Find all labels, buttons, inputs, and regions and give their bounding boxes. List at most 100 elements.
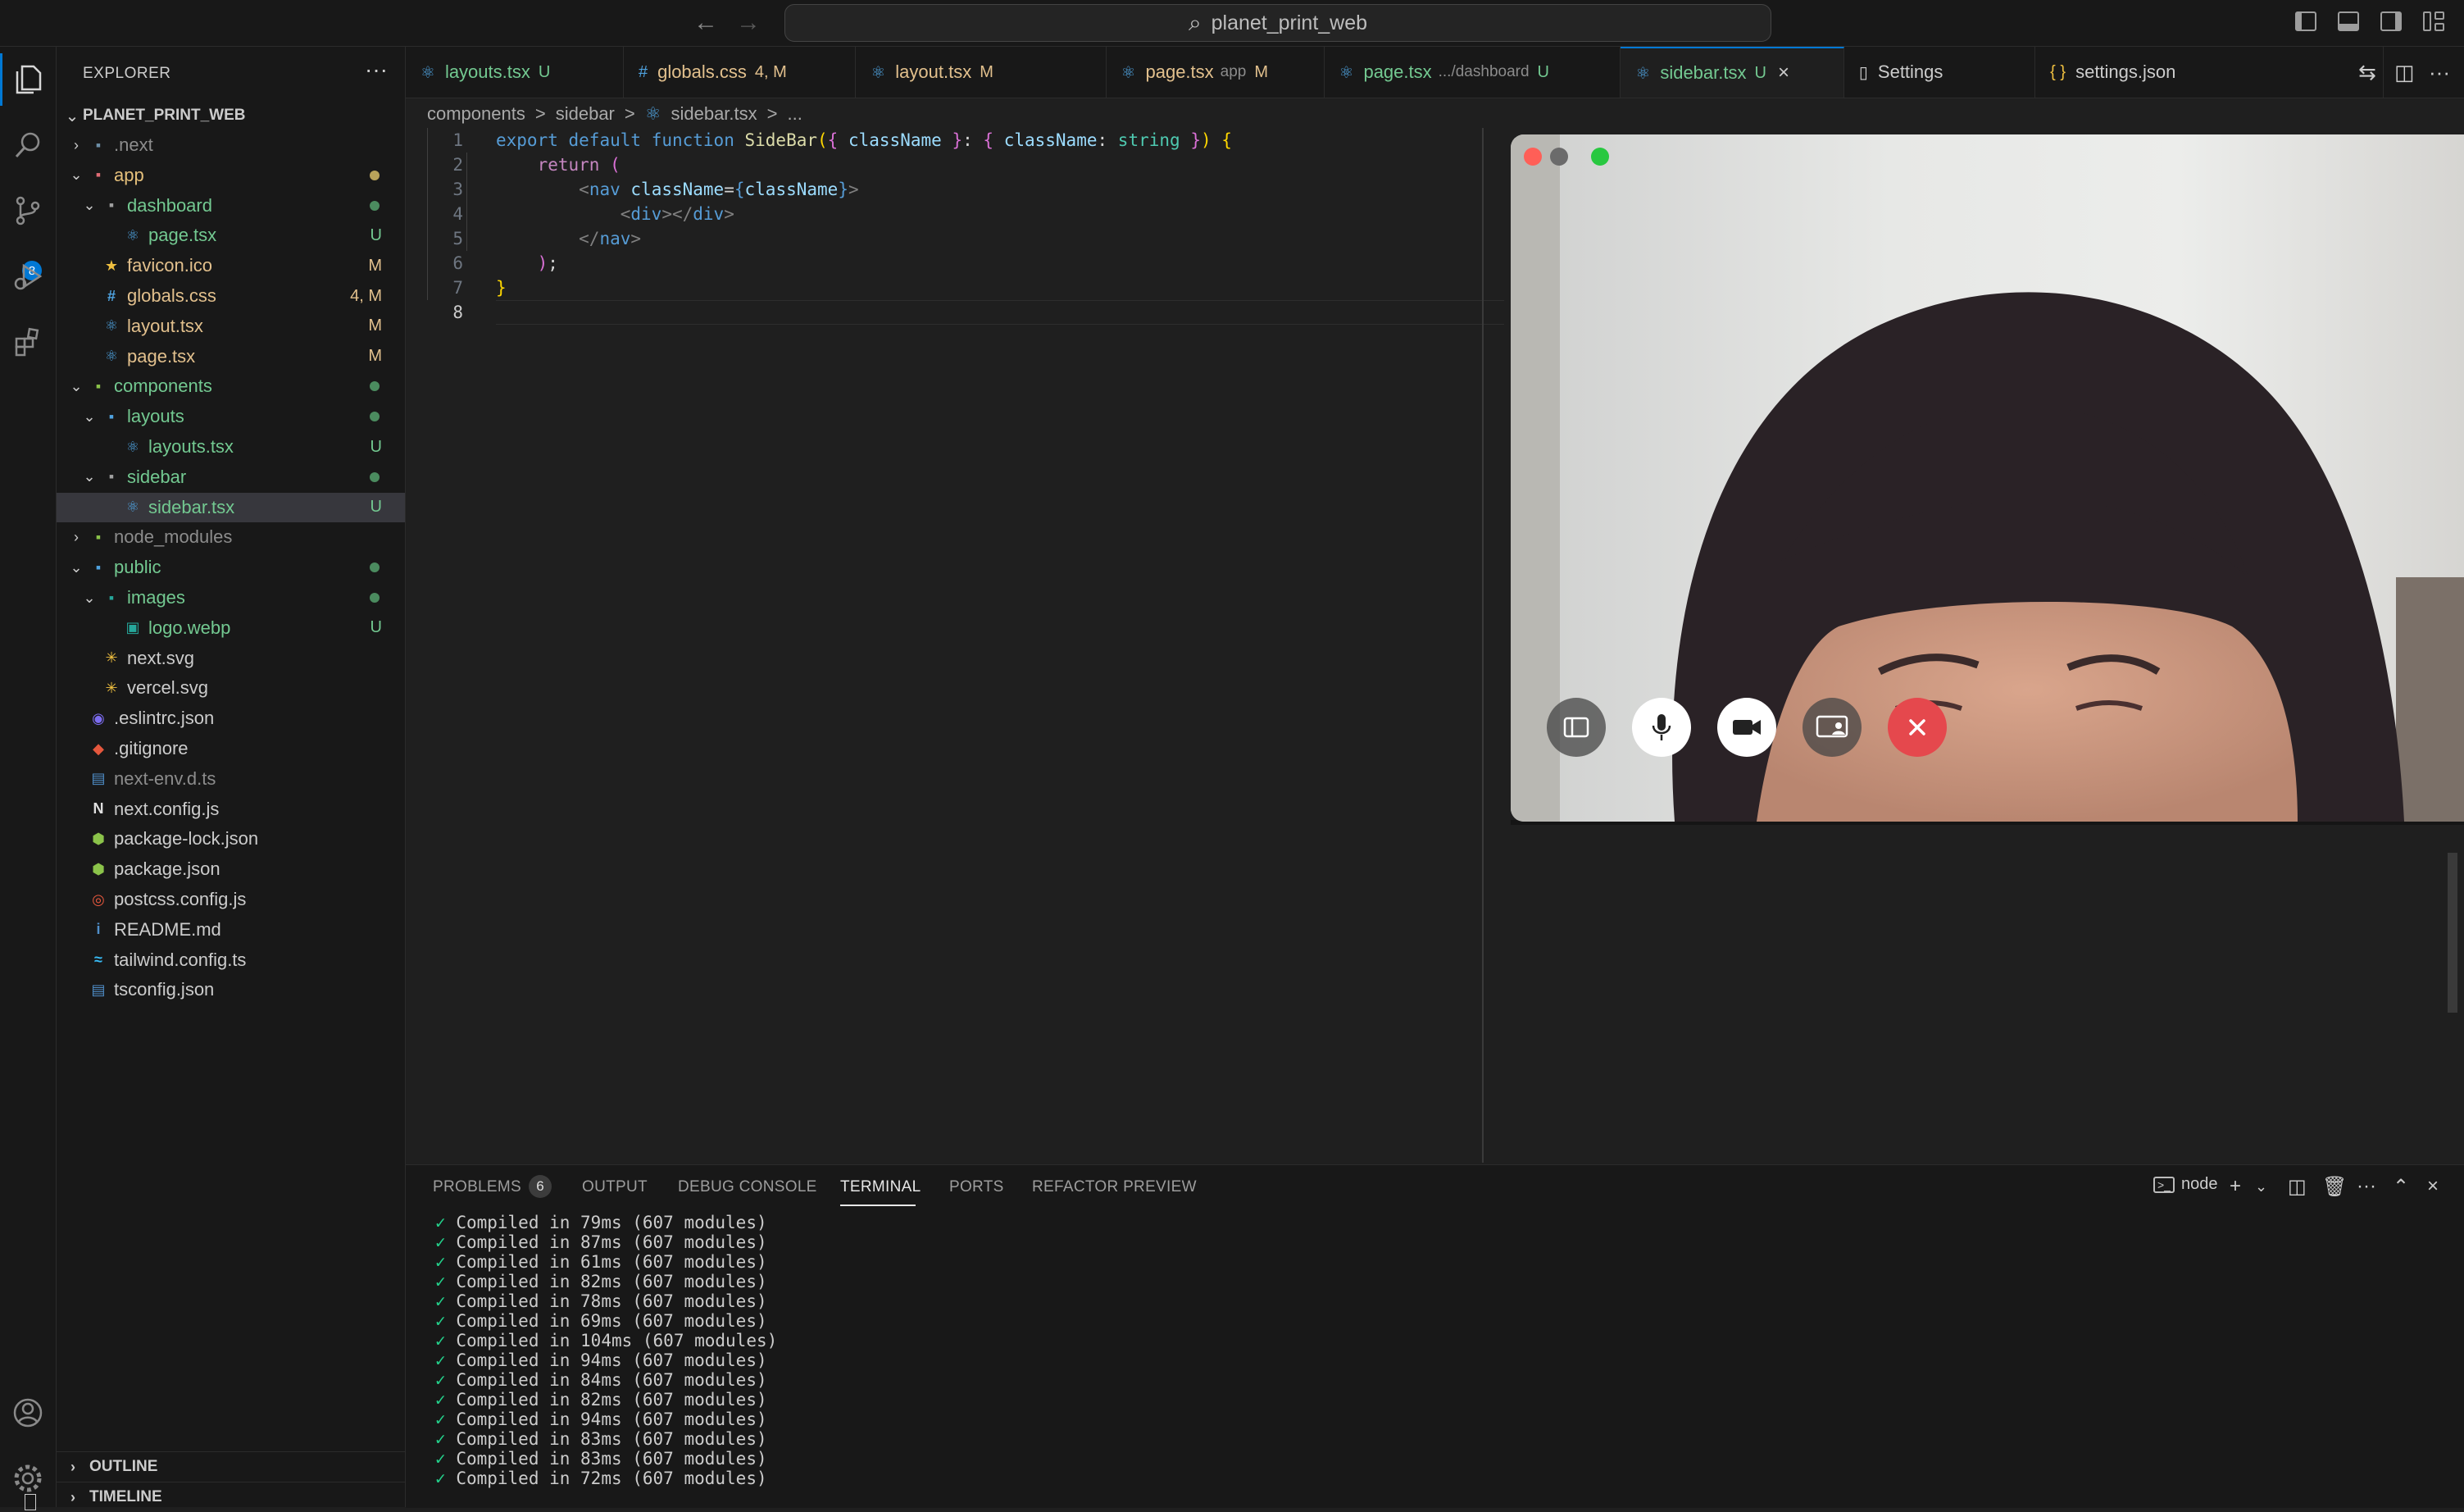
tree-item[interactable]: ⚛ layouts.tsx U [57, 432, 405, 462]
microphone-button[interactable] [1632, 698, 1691, 757]
tree-item[interactable]: ▤ tsconfig.json [57, 975, 405, 1004]
terminal-output[interactable]: ✓ Compiled in 79ms (607 modules) ✓ Compi… [406, 1213, 1389, 1488]
tree-item[interactable]: ⌄ ▪ components [57, 371, 405, 401]
sidebar-toggle-button[interactable] [1547, 698, 1606, 757]
typescript-icon: ▤ [91, 770, 106, 787]
chevron-down-icon[interactable]: ⌄ [2255, 1178, 2267, 1195]
minimize-window-button[interactable] [1550, 148, 1568, 166]
more-actions-icon[interactable]: ··· [365, 57, 388, 83]
tree-item[interactable]: ◎ postcss.config.js [57, 885, 405, 914]
breadcrumb-more[interactable]: ... [788, 103, 802, 125]
extensions-icon[interactable] [0, 312, 56, 371]
toggle-panel-icon[interactable] [2338, 11, 2359, 31]
video-call-window[interactable] [1511, 134, 2464, 822]
search-icon[interactable] [0, 116, 56, 175]
tree-item[interactable]: ⌄ ▪ images [57, 583, 405, 613]
tree-item[interactable]: ✳ next.svg [57, 644, 405, 673]
timeline-section[interactable]: › TIMELINE [57, 1482, 405, 1512]
tree-item[interactable]: › ▪ .next [57, 130, 405, 160]
tree-item[interactable]: ⚛ layout.tsx M [57, 312, 405, 341]
tree-item[interactable]: Nnext.config.js [57, 795, 405, 824]
outline-section[interactable]: › OUTLINE [57, 1451, 405, 1482]
tab-output[interactable]: OUTPUT [582, 1178, 648, 1196]
tree-item[interactable]: ★ favicon.ico M [57, 251, 405, 280]
tree-item[interactable]: ▣ logo.webp U [57, 613, 405, 643]
breadcrumb-components[interactable]: components [427, 103, 525, 125]
editor-tab[interactable]: ⚛ sidebar.tsx U × [1621, 47, 1844, 98]
end-call-button[interactable] [1888, 698, 1947, 757]
split-editor-icon[interactable]: ◫ [2394, 60, 2415, 85]
close-window-button[interactable] [1524, 148, 1542, 166]
tree-item[interactable]: ⚛ page.tsx U [57, 221, 405, 250]
explorer-icon[interactable] [0, 50, 56, 109]
tab-problems[interactable]: PROBLEMS [433, 1178, 521, 1196]
editor-group-divider[interactable] [1482, 128, 1484, 1163]
tree-item[interactable]: ⌄ ▪ sidebar [57, 462, 405, 492]
editor-tab[interactable]: ⚛ page.tsx .../dashboard U [1325, 47, 1621, 98]
code-line: } [496, 278, 507, 298]
bottom-panel: PROBLEMS 6 OUTPUT DEBUG CONSOLE TERMINAL… [406, 1164, 2464, 1508]
editor-tab[interactable]: ⚛ layout.tsx M [856, 47, 1107, 98]
editor-tab[interactable]: ⚛ page.tsx app M [1107, 47, 1325, 98]
source-control-icon[interactable] [0, 181, 56, 240]
project-root-header[interactable]: ⌄ PLANET_PRINT_WEB [57, 101, 405, 130]
close-tab-icon[interactable]: × [1778, 61, 1789, 84]
chevron-up-icon[interactable]: ⌃ [2393, 1175, 2409, 1199]
tree-item[interactable]: ⌄ ▪ app [57, 161, 405, 190]
fullscreen-window-button[interactable] [1591, 148, 1609, 166]
breadcrumb-sidebar[interactable]: sidebar [556, 103, 615, 125]
tree-item[interactable]: ◆ .gitignore [57, 734, 405, 763]
close-panel-icon[interactable]: × [2427, 1175, 2439, 1198]
tree-item[interactable]: ⌄ ▪ dashboard [57, 191, 405, 221]
run-debug-icon[interactable] [0, 247, 56, 306]
new-terminal-icon[interactable]: + [2230, 1175, 2241, 1198]
more-actions-icon[interactable]: ··· [2357, 1175, 2376, 1198]
toggle-secondary-sidebar-icon[interactable] [2380, 11, 2402, 31]
tab-terminal[interactable]: TERMINAL [840, 1178, 921, 1196]
command-center-search[interactable]: ⌕ planet_print_web [784, 4, 1771, 42]
breadcrumb-file[interactable]: sidebar.tsx [671, 103, 757, 125]
git-status-badge: M [1254, 62, 1269, 81]
terminal-line-text: Compiled in 83ms (607 modules) [456, 1449, 767, 1469]
tree-item[interactable]: ≈ tailwind.config.ts [57, 945, 405, 975]
tab-ports[interactable]: PORTS [949, 1178, 1004, 1196]
tab-debug-console[interactable]: DEBUG CONSOLE [678, 1178, 817, 1196]
code-editor[interactable]: export default function SideBar({ classN… [496, 128, 1504, 325]
tree-item[interactable]: ⬢ package.json [57, 854, 405, 884]
tree-item[interactable]: ⚛ sidebar.tsx U [57, 492, 405, 522]
tree-item[interactable]: # globals.css 4, M [57, 281, 405, 311]
trash-icon[interactable]: 🗑 [2322, 1175, 2347, 1199]
tree-item[interactable]: ◉ .eslintrc.json [57, 704, 405, 733]
compare-changes-icon[interactable]: ⇆ [2358, 60, 2376, 85]
editor-tab[interactable]: ⚛ layouts.tsx U [406, 47, 624, 98]
back-arrow-icon[interactable]: ← [693, 8, 718, 38]
folder-open-icon: ▪ [95, 377, 102, 394]
tree-item[interactable]: ▤ next-env.d.ts [57, 764, 405, 794]
screen-share-button[interactable] [1803, 698, 1862, 757]
checkmark-icon: ✓ [435, 1252, 446, 1272]
tree-item[interactable]: ✳ vercel.svg [57, 673, 405, 703]
tree-item[interactable]: ⌄ ▪ layouts [57, 402, 405, 431]
tree-item[interactable]: ⚛ page.tsx M [57, 342, 405, 371]
checkmark-icon: ✓ [435, 1429, 446, 1449]
vertical-scrollbar[interactable] [2448, 853, 2457, 1013]
more-actions-icon[interactable]: ··· [2429, 60, 2450, 85]
editor-tab[interactable]: { } settings.json [2035, 47, 2384, 98]
customize-layout-icon[interactable] [2423, 11, 2444, 31]
tree-item[interactable]: ⌄ ▪ public [57, 553, 405, 582]
tree-item[interactable]: › ▪ node_modules [57, 522, 405, 552]
editor-tab[interactable]: # globals.css 4, M [624, 47, 857, 98]
terminal-selector[interactable]: >_ node [2153, 1175, 2217, 1194]
code-line-current [496, 300, 1504, 325]
tab-refactor-preview[interactable]: REFACTOR PREVIEW [1032, 1178, 1197, 1196]
forward-arrow-icon[interactable]: → [736, 8, 761, 38]
camera-button[interactable] [1717, 698, 1776, 757]
toggle-primary-sidebar-icon[interactable] [2295, 11, 2316, 31]
line-number: 3 [452, 180, 463, 199]
tree-item[interactable]: i README.md [57, 915, 405, 945]
tree-item[interactable]: ⬢ package-lock.json [57, 824, 405, 854]
split-terminal-icon[interactable]: ◫ [2288, 1175, 2307, 1199]
accounts-icon[interactable] [0, 1383, 56, 1442]
editor-tab[interactable]: ▯ Settings [1844, 47, 2036, 98]
terminal-line: ✓ Compiled in 104ms (607 modules) [406, 1331, 1389, 1350]
